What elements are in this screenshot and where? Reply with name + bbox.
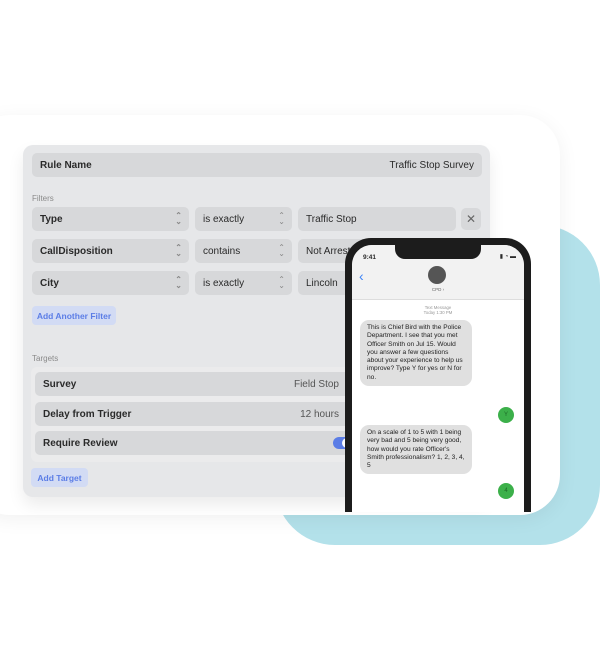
survey-value: Field Stop (293, 378, 339, 390)
phone-notch (395, 245, 481, 259)
contact-name[interactable]: CPD › (352, 287, 524, 292)
message-bubble-incoming: On a scale of 1 to 5 with 1 being very b… (360, 425, 472, 475)
survey-label: Survey (43, 378, 77, 390)
message-bubble-incoming: This is Chief Bird with the Police Depar… (360, 320, 472, 387)
delay-value: 12 hours (300, 408, 339, 420)
remove-filter-button[interactable]: ✕ (461, 208, 481, 230)
require-review-label: Require Review (43, 437, 118, 449)
add-filter-button[interactable]: Add Another Filter (32, 306, 116, 325)
filter-value-text: Traffic Stop (306, 213, 357, 225)
filters-label: Filters (32, 194, 54, 203)
filter-op-value: is exactly (203, 277, 245, 289)
signal-battery-icon: ▮ ◔ ▬ (499, 254, 516, 260)
filter-op-value: is exactly (203, 213, 245, 225)
message-meta: Text Message Today 1:30 PM (352, 305, 524, 315)
message-bubble-outgoing: 4 (498, 483, 514, 499)
survey-select[interactable]: SurveyField Stop⌃⌄ (35, 372, 361, 396)
chevron-updown-icon: ⌃⌄ (175, 275, 182, 290)
message-time: Today 1:30 PM (423, 310, 453, 315)
filter-value-text: Lincoln (306, 277, 338, 289)
status-time: 9:41 (363, 254, 377, 261)
filter-field-select[interactable]: City ⌃ ⌄ (32, 271, 189, 295)
filter-op-select[interactable]: contains ⌃ ⌄ (195, 239, 292, 263)
chevron-updown-icon: ⌃⌄ (175, 243, 182, 258)
close-icon: ✕ (465, 212, 477, 226)
filter-field-value: Type (40, 213, 63, 225)
delay-label: Delay from Trigger (43, 408, 132, 420)
phone-mockup: 9:41 ▮ ◔ ▬ ‹ CPD › Text Message Today 1:3… (345, 238, 531, 512)
delay-select[interactable]: Delay from Trigger12 hours⌃⌄ (35, 402, 361, 426)
filter-field-select[interactable]: Type ⌃ ⌄ (32, 207, 189, 231)
chevron-updown-icon: ⌃⌄ (278, 243, 285, 258)
filter-op-select[interactable]: is exactly ⌃ ⌄ (195, 271, 292, 295)
back-icon[interactable]: ‹ (359, 268, 364, 284)
targets-group: SurveyField Stop⌃⌄ Delay from Trigger12 … (31, 367, 361, 462)
filter-value-input[interactable]: Traffic Stop (298, 207, 456, 231)
filter-field-value: CallDisposition (40, 245, 113, 257)
chevron-updown-icon: ⌃⌄ (175, 211, 182, 226)
phone-screen: 9:41 ▮ ◔ ▬ ‹ CPD › Text Message Today 1:3… (352, 245, 524, 512)
rule-name-label: Rule Name (40, 159, 92, 171)
chevron-updown-icon: ⌃⌄ (278, 275, 285, 290)
chevron-updown-icon: ⌃⌄ (278, 211, 285, 226)
filter-field-select[interactable]: CallDisposition ⌃ ⌄ (32, 239, 189, 263)
targets-label: Targets (32, 354, 59, 363)
rule-name-value: Traffic Stop Survey (389, 159, 474, 171)
require-review-row: Require Review (35, 431, 361, 455)
filter-op-value: contains (203, 245, 241, 257)
message-bubble-outgoing: Y (498, 407, 514, 423)
filter-op-select[interactable]: is exactly ⌃ ⌄ (195, 207, 292, 231)
filter-field-value: City (40, 277, 59, 289)
rule-name-field[interactable]: Rule Name Traffic Stop Survey (32, 153, 482, 177)
contact-avatar (428, 266, 446, 284)
add-target-button[interactable]: Add Target (31, 468, 88, 487)
